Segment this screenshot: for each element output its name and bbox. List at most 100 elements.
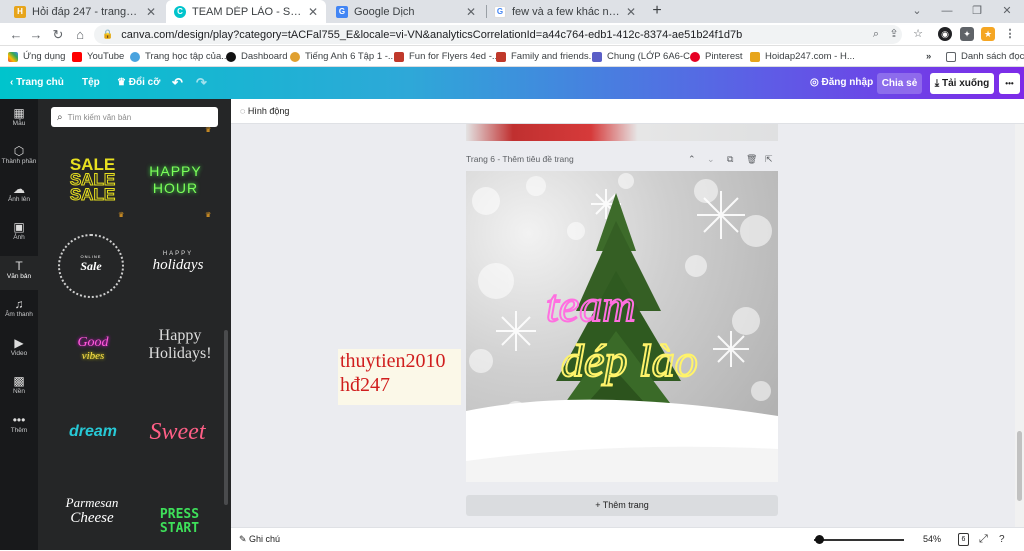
bookmark-hoidap[interactable]: Hoidap247.com - H... <box>750 49 855 64</box>
tab-canva[interactable]: C TEAM DÉP LÀO - Social Media ✕ <box>166 0 326 23</box>
rail-label: Mẫu <box>12 120 26 127</box>
design-page[interactable]: team dép lào <box>466 171 778 482</box>
animate-button[interactable]: ◌ Hình động <box>240 99 289 124</box>
rail-item-text[interactable]: T Văn bản <box>0 256 38 290</box>
undo-icon[interactable]: ↶ <box>172 67 183 99</box>
design-text-team[interactable]: team <box>545 279 636 332</box>
rail-item-elements[interactable]: ⬡ Thành phần <box>0 141 38 175</box>
chevron-down-icon[interactable]: ⌄ <box>707 154 715 165</box>
minimize-icon[interactable]: — <box>932 0 962 23</box>
close-icon[interactable]: ✕ <box>626 5 636 19</box>
notes-button[interactable]: ✎ Ghi chú <box>239 528 280 551</box>
panel-scrollbar[interactable] <box>224 330 228 505</box>
chevron-up-icon[interactable]: ⌃ <box>688 154 696 165</box>
user-icon: ◎ <box>810 77 822 88</box>
text-style-parmesan-cheese[interactable]: Parmesan Cheese <box>56 495 128 545</box>
delete-page-icon[interactable]: 🗑 <box>746 154 757 165</box>
rail-item-uploads[interactable]: ☁ Ảnh lên <box>0 179 38 213</box>
fullscreen-icon[interactable]: ⤢ <box>979 528 988 551</box>
scrollbar-thumb[interactable] <box>1017 431 1022 501</box>
bookmark-flyers[interactable]: Fun for Flyers 4ed -... <box>394 49 500 64</box>
tab-title: TEAM DÉP LÀO - Social Media <box>192 5 302 18</box>
bookmark-tieng-anh[interactable]: Tiếng Anh 6 Tập 1 -... <box>290 49 396 64</box>
page-count-button[interactable]: 6 <box>958 533 969 546</box>
text-style-happy-hour[interactable]: HAPPY HOUR <box>143 163 208 203</box>
browser-menu-icon[interactable]: ⋮ <box>1002 26 1018 42</box>
rail-item-video[interactable]: ▶ Video <box>0 333 38 367</box>
file-menu[interactable]: Tệp <box>82 67 100 99</box>
zoom-level[interactable]: 54% <box>923 528 941 551</box>
bookmark-label: Pinterest <box>705 51 743 62</box>
restore-icon[interactable]: ❐ <box>962 0 992 23</box>
tab-google-translate[interactable]: G Google Dịch ✕ <box>328 0 484 23</box>
animate-icon: ◌ <box>240 106 248 116</box>
home-icon[interactable]: ⌂ <box>70 25 90 45</box>
resize-button[interactable]: ♛ Đổi cỡ <box>117 67 160 99</box>
back-arrow-icon[interactable]: ← <box>6 25 26 45</box>
puzzle-icon[interactable]: ✦ <box>960 27 974 41</box>
text-style-sweet[interactable]: Sweet <box>140 419 215 449</box>
zoom-icon[interactable]: ⌕ <box>868 26 884 42</box>
new-tab-button[interactable]: + <box>648 2 666 20</box>
address-bar[interactable]: 🔒 canva.com/design/play?category=tACFal7… <box>94 25 902 44</box>
page-title[interactable]: Trang 6 - Thêm tiêu đề trang <box>466 154 574 164</box>
bookmark-chung[interactable]: Chung (LỚP 6A6-C... <box>592 49 698 64</box>
home-button[interactable]: ‹ Trang chủ <box>10 67 64 99</box>
close-icon[interactable]: ✕ <box>308 5 318 19</box>
bookmarks-more-button[interactable]: » <box>926 49 931 64</box>
share-icon[interactable]: ⇪ <box>886 26 902 42</box>
duplicate-page-icon[interactable]: ⧉ <box>727 154 733 165</box>
address-row: ← → ↻ ⌂ 🔒 canva.com/design/play?category… <box>0 23 1024 46</box>
rail-item-audio[interactable]: ♫ Âm thanh <box>0 294 38 328</box>
download-button[interactable]: ⤓ Tải xuống <box>930 73 994 94</box>
extension-icon[interactable]: ◉ <box>938 27 952 41</box>
add-page-icon[interactable]: ⇱ <box>765 154 773 165</box>
bookmark-youtube[interactable]: YouTube <box>72 49 124 64</box>
bookmark-family[interactable]: Family and friends... <box>496 49 597 64</box>
previous-page-thumbnail[interactable] <box>466 124 778 141</box>
style-text: Parmesan <box>65 495 119 510</box>
rail-item-photos[interactable]: ▣ Ảnh <box>0 217 38 251</box>
bookmark-dashboard[interactable]: Dashboard <box>226 49 287 64</box>
close-icon[interactable]: ✕ <box>146 5 156 19</box>
text-style-happy-holidays[interactable]: HAPPY holidays <box>143 251 213 291</box>
reading-list-button[interactable]: Danh sách đọc <box>946 49 1024 64</box>
help-icon[interactable]: ? <box>999 528 1005 551</box>
profile-avatar[interactable]: ★ <box>981 27 995 41</box>
tab-hoidap[interactable]: H Hỏi đáp 247 - trang tra lời ✕ <box>6 0 164 23</box>
bookmark-apps[interactable]: Ứng dụng <box>8 49 65 64</box>
vertical-scrollbar[interactable] <box>1015 124 1024 527</box>
login-button[interactable]: ◎ Đăng nhập <box>810 67 873 99</box>
text-style-good-vibes[interactable]: Good vibes <box>63 336 123 376</box>
tab-search-chevron-icon[interactable]: ⌄ <box>902 0 932 23</box>
text-style-dream[interactable]: dream <box>58 423 128 447</box>
forward-arrow-icon[interactable]: → <box>26 25 46 45</box>
star-icon[interactable]: ☆ <box>910 26 926 42</box>
search-input[interactable]: ⌕ Tìm kiếm văn bản <box>51 107 218 127</box>
rail-item-more[interactable]: ••• Thêm <box>0 410 38 444</box>
zoom-slider-thumb[interactable] <box>815 535 824 544</box>
design-text-dep-lao[interactable]: dép lào <box>560 334 699 387</box>
tab-google-search[interactable]: G few và a few khác nhau cái gì - T ✕ <box>486 0 644 23</box>
reload-icon[interactable]: ↻ <box>48 25 68 45</box>
pinterest-icon <box>690 51 700 62</box>
text-style-press-start[interactable]: PRESS START <box>142 508 217 544</box>
text-style-online-sale[interactable]: ONLINE Sale <box>58 234 124 298</box>
horizontal-scrollbar[interactable] <box>231 517 1015 527</box>
more-options-button[interactable]: ••• <box>999 73 1020 94</box>
rail-item-templates[interactable]: ▦ Mẫu <box>0 103 38 137</box>
add-page-button[interactable]: + Thêm trang <box>466 495 778 516</box>
bookmark-pinterest[interactable]: Pinterest <box>690 49 743 64</box>
text-style-happy-holidays-serif[interactable]: Happy Holidays! <box>140 327 220 377</box>
close-icon[interactable]: ✕ <box>466 5 476 19</box>
bookmark-label: YouTube <box>87 51 125 62</box>
window-close-icon[interactable]: ✕ <box>992 0 1022 23</box>
bookmark-study[interactable]: Trang học tập của... <box>130 49 229 64</box>
globe-icon <box>290 51 300 62</box>
side-rail: ▦ Mẫu ⬡ Thành phần ☁ Ảnh lên ▣ Ảnh T Văn bản … <box>0 99 38 550</box>
rail-item-background[interactable]: ▩ Nền <box>0 371 38 405</box>
text-style-sale[interactable]: SALE SALE SALE <box>60 156 125 207</box>
share-button[interactable]: Chia sẻ <box>877 73 922 94</box>
zoom-slider[interactable] <box>814 539 904 541</box>
redo-icon[interactable]: ↷ <box>196 67 207 99</box>
